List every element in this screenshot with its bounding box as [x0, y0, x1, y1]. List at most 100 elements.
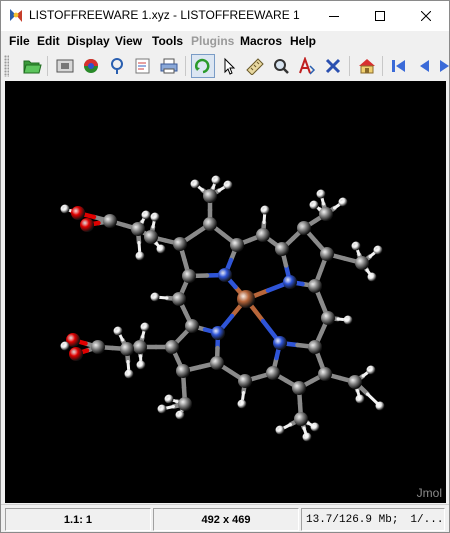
open-button[interactable]	[20, 54, 44, 78]
carbon-atom[interactable]	[91, 340, 105, 354]
carbon-atom[interactable]	[294, 412, 308, 426]
carbon-atom[interactable]	[210, 356, 224, 370]
hydrogen-atom[interactable]	[124, 369, 134, 379]
hydrogen-atom[interactable]	[211, 175, 221, 185]
menu-view[interactable]: View	[115, 34, 142, 48]
hydrogen-atom[interactable]	[150, 212, 160, 222]
pick-mode-button[interactable]	[217, 54, 241, 78]
hydrogen-atom[interactable]	[157, 404, 167, 414]
hydrogen-atom[interactable]	[373, 245, 383, 255]
hydrogen-atom[interactable]	[60, 341, 70, 351]
menu-help[interactable]: Help	[290, 34, 316, 48]
export-image-button[interactable]	[53, 54, 77, 78]
carbon-atom[interactable]	[348, 375, 362, 389]
hydrogen-atom[interactable]	[223, 180, 233, 190]
hydrogen-atom[interactable]	[338, 197, 348, 207]
carbon-atom[interactable]	[182, 269, 196, 283]
display-colors-button[interactable]	[79, 54, 103, 78]
menu-edit[interactable]: Edit	[37, 34, 60, 48]
oxygen-atom[interactable]	[71, 206, 85, 220]
next-frame-button[interactable]	[437, 54, 449, 78]
hydrogen-atom[interactable]	[302, 432, 312, 442]
nitrogen-atom[interactable]	[211, 326, 225, 340]
carbon-atom[interactable]	[185, 319, 199, 333]
carbon-atom[interactable]	[320, 247, 334, 261]
carbon-atom[interactable]	[131, 222, 145, 236]
minimize-button[interactable]	[311, 1, 357, 31]
carbon-atom[interactable]	[173, 237, 187, 251]
carbon-atom[interactable]	[256, 228, 270, 242]
carbon-atom[interactable]	[318, 367, 332, 381]
carbon-atom[interactable]	[178, 397, 192, 411]
molecule-render[interactable]	[5, 81, 446, 503]
carbon-atom[interactable]	[133, 340, 147, 354]
hydrogen-atom[interactable]	[275, 425, 285, 435]
hydrogen-atom[interactable]	[316, 189, 326, 199]
menu-display[interactable]: Display	[67, 34, 110, 48]
hydrogen-atom[interactable]	[156, 244, 166, 254]
carbon-atom[interactable]	[319, 207, 333, 221]
carbon-atom[interactable]	[238, 374, 252, 388]
first-frame-button[interactable]	[387, 54, 411, 78]
hydrogen-atom[interactable]	[113, 326, 123, 336]
hydrogen-atom[interactable]	[343, 315, 353, 325]
menu-file[interactable]: File	[9, 34, 30, 48]
carbon-atom[interactable]	[120, 342, 134, 356]
script-editor-button[interactable]	[131, 54, 155, 78]
carbon-atom[interactable]	[176, 364, 190, 378]
menu-tools[interactable]: Tools	[152, 34, 183, 48]
carbon-atom[interactable]	[275, 242, 289, 256]
hydrogen-atom[interactable]	[164, 394, 174, 404]
menu-macros[interactable]: Macros	[240, 34, 282, 48]
hydrogen-atom[interactable]	[237, 399, 247, 409]
carbon-atom[interactable]	[203, 189, 217, 203]
toolbar-grip[interactable]	[4, 55, 9, 77]
nitrogen-atom[interactable]	[283, 275, 297, 289]
hydrogen-atom[interactable]	[367, 272, 377, 282]
menu-plugins[interactable]: Plugins	[191, 34, 234, 48]
carbon-atom[interactable]	[103, 214, 117, 228]
home-button[interactable]	[355, 54, 379, 78]
carbon-atom[interactable]	[165, 340, 179, 354]
hydrogen-atom[interactable]	[351, 241, 361, 251]
carbon-atom[interactable]	[321, 311, 335, 325]
carbon-atom[interactable]	[355, 256, 369, 270]
carbon-atom[interactable]	[203, 217, 217, 231]
jmol-app-icon[interactable]	[7, 7, 25, 25]
oxygen-atom[interactable]	[80, 218, 94, 232]
hydrogen-atom[interactable]	[135, 251, 145, 261]
carbon-atom[interactable]	[308, 340, 322, 354]
maximize-button[interactable]	[357, 1, 403, 31]
hydrogen-atom[interactable]	[310, 422, 320, 432]
carbon-atom[interactable]	[308, 279, 322, 293]
label-atoms-button[interactable]	[295, 54, 319, 78]
hydrogen-atom[interactable]	[190, 179, 200, 189]
carbon-atom[interactable]	[172, 292, 186, 306]
nitrogen-atom[interactable]	[218, 268, 232, 282]
carbon-atom[interactable]	[292, 381, 306, 395]
hydrogen-atom[interactable]	[140, 322, 150, 332]
hydrogen-atom[interactable]	[260, 205, 270, 215]
metal-atom[interactable]	[237, 290, 255, 308]
nitrogen-atom[interactable]	[273, 336, 287, 350]
carbon-atom[interactable]	[297, 221, 311, 235]
hydrogen-atom[interactable]	[136, 360, 146, 370]
carbon-atom[interactable]	[266, 366, 280, 380]
print-button[interactable]	[157, 54, 181, 78]
measure-button[interactable]	[243, 54, 267, 78]
hydrogen-atom[interactable]	[150, 292, 160, 302]
carbon-atom[interactable]	[144, 230, 158, 244]
hydrogen-atom[interactable]	[366, 365, 376, 375]
search-button[interactable]	[269, 54, 293, 78]
previous-frame-button[interactable]	[413, 54, 437, 78]
hydrogen-atom[interactable]	[175, 410, 185, 420]
oxygen-atom[interactable]	[69, 347, 83, 361]
molecule-viewer[interactable]: Jmol	[5, 81, 446, 503]
hydrogen-atom[interactable]	[309, 200, 319, 210]
hydrogen-atom[interactable]	[375, 401, 385, 411]
delete-atom-button[interactable]	[321, 54, 345, 78]
carbon-atom[interactable]	[230, 238, 244, 252]
hydrogen-atom[interactable]	[141, 210, 151, 220]
close-button[interactable]	[403, 1, 449, 31]
rotate-mode-button[interactable]	[191, 54, 215, 78]
